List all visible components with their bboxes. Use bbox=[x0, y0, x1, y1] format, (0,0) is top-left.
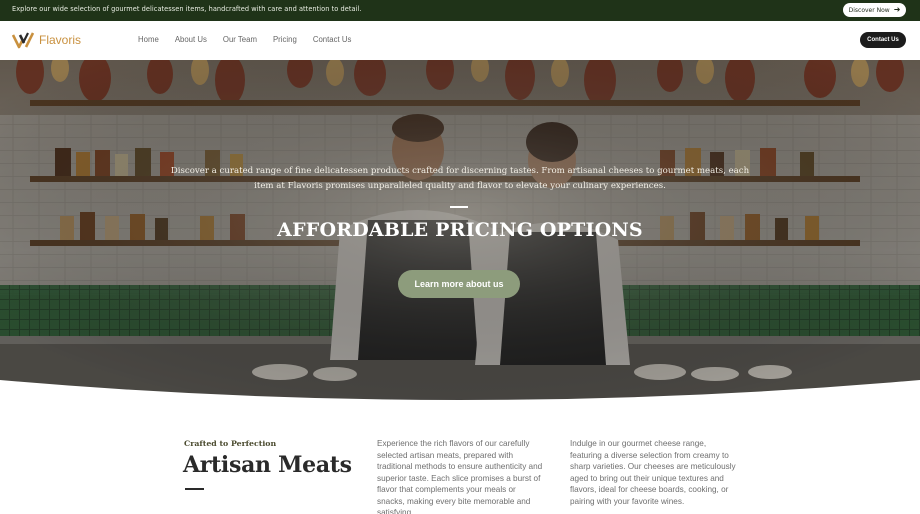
nav-links: Home About Us Our Team Pricing Contact U… bbox=[138, 35, 367, 44]
nav-link-home[interactable]: Home bbox=[138, 35, 159, 44]
nav-link-about-us[interactable]: About Us bbox=[175, 35, 207, 44]
main-navbar: Flavoris Home About Us Our Team Pricing … bbox=[0, 21, 920, 60]
nav-link-our-team[interactable]: Our Team bbox=[223, 35, 257, 44]
gourmet-cheese-paragraph: Indulge in our gourmet cheese range, fea… bbox=[570, 439, 736, 506]
nav-link-pricing[interactable]: Pricing bbox=[273, 35, 297, 44]
hero-section: Discover a curated range of fine delicat… bbox=[0, 60, 920, 406]
section-underline bbox=[185, 488, 204, 490]
brand-name: Flavoris bbox=[39, 33, 82, 47]
section-kicker: Crafted to Perfection bbox=[184, 439, 277, 448]
section-title: Artisan Meats bbox=[183, 452, 352, 478]
flavoris-logo-icon bbox=[12, 32, 34, 49]
artisan-meats-section: Crafted to Perfection Artisan Meats Expe… bbox=[0, 406, 920, 514]
announcement-bar: Explore our wide selection of gourmet de… bbox=[0, 0, 920, 21]
nav-link-contact-us[interactable]: Contact Us bbox=[313, 35, 352, 44]
contact-us-button[interactable]: Contact Us bbox=[860, 32, 906, 48]
arrow-right-icon: ➜ bbox=[893, 5, 901, 14]
hero-bottom-curve bbox=[0, 380, 920, 406]
discover-now-label: Discover Now bbox=[848, 6, 890, 14]
announcement-text: Explore our wide selection of gourmet de… bbox=[12, 5, 362, 13]
discover-now-button[interactable]: Discover Now ➜ bbox=[843, 3, 906, 17]
artisan-meats-paragraph: Experience the rich flavors of our caref… bbox=[377, 439, 543, 514]
brand-logo[interactable]: Flavoris bbox=[12, 31, 81, 49]
